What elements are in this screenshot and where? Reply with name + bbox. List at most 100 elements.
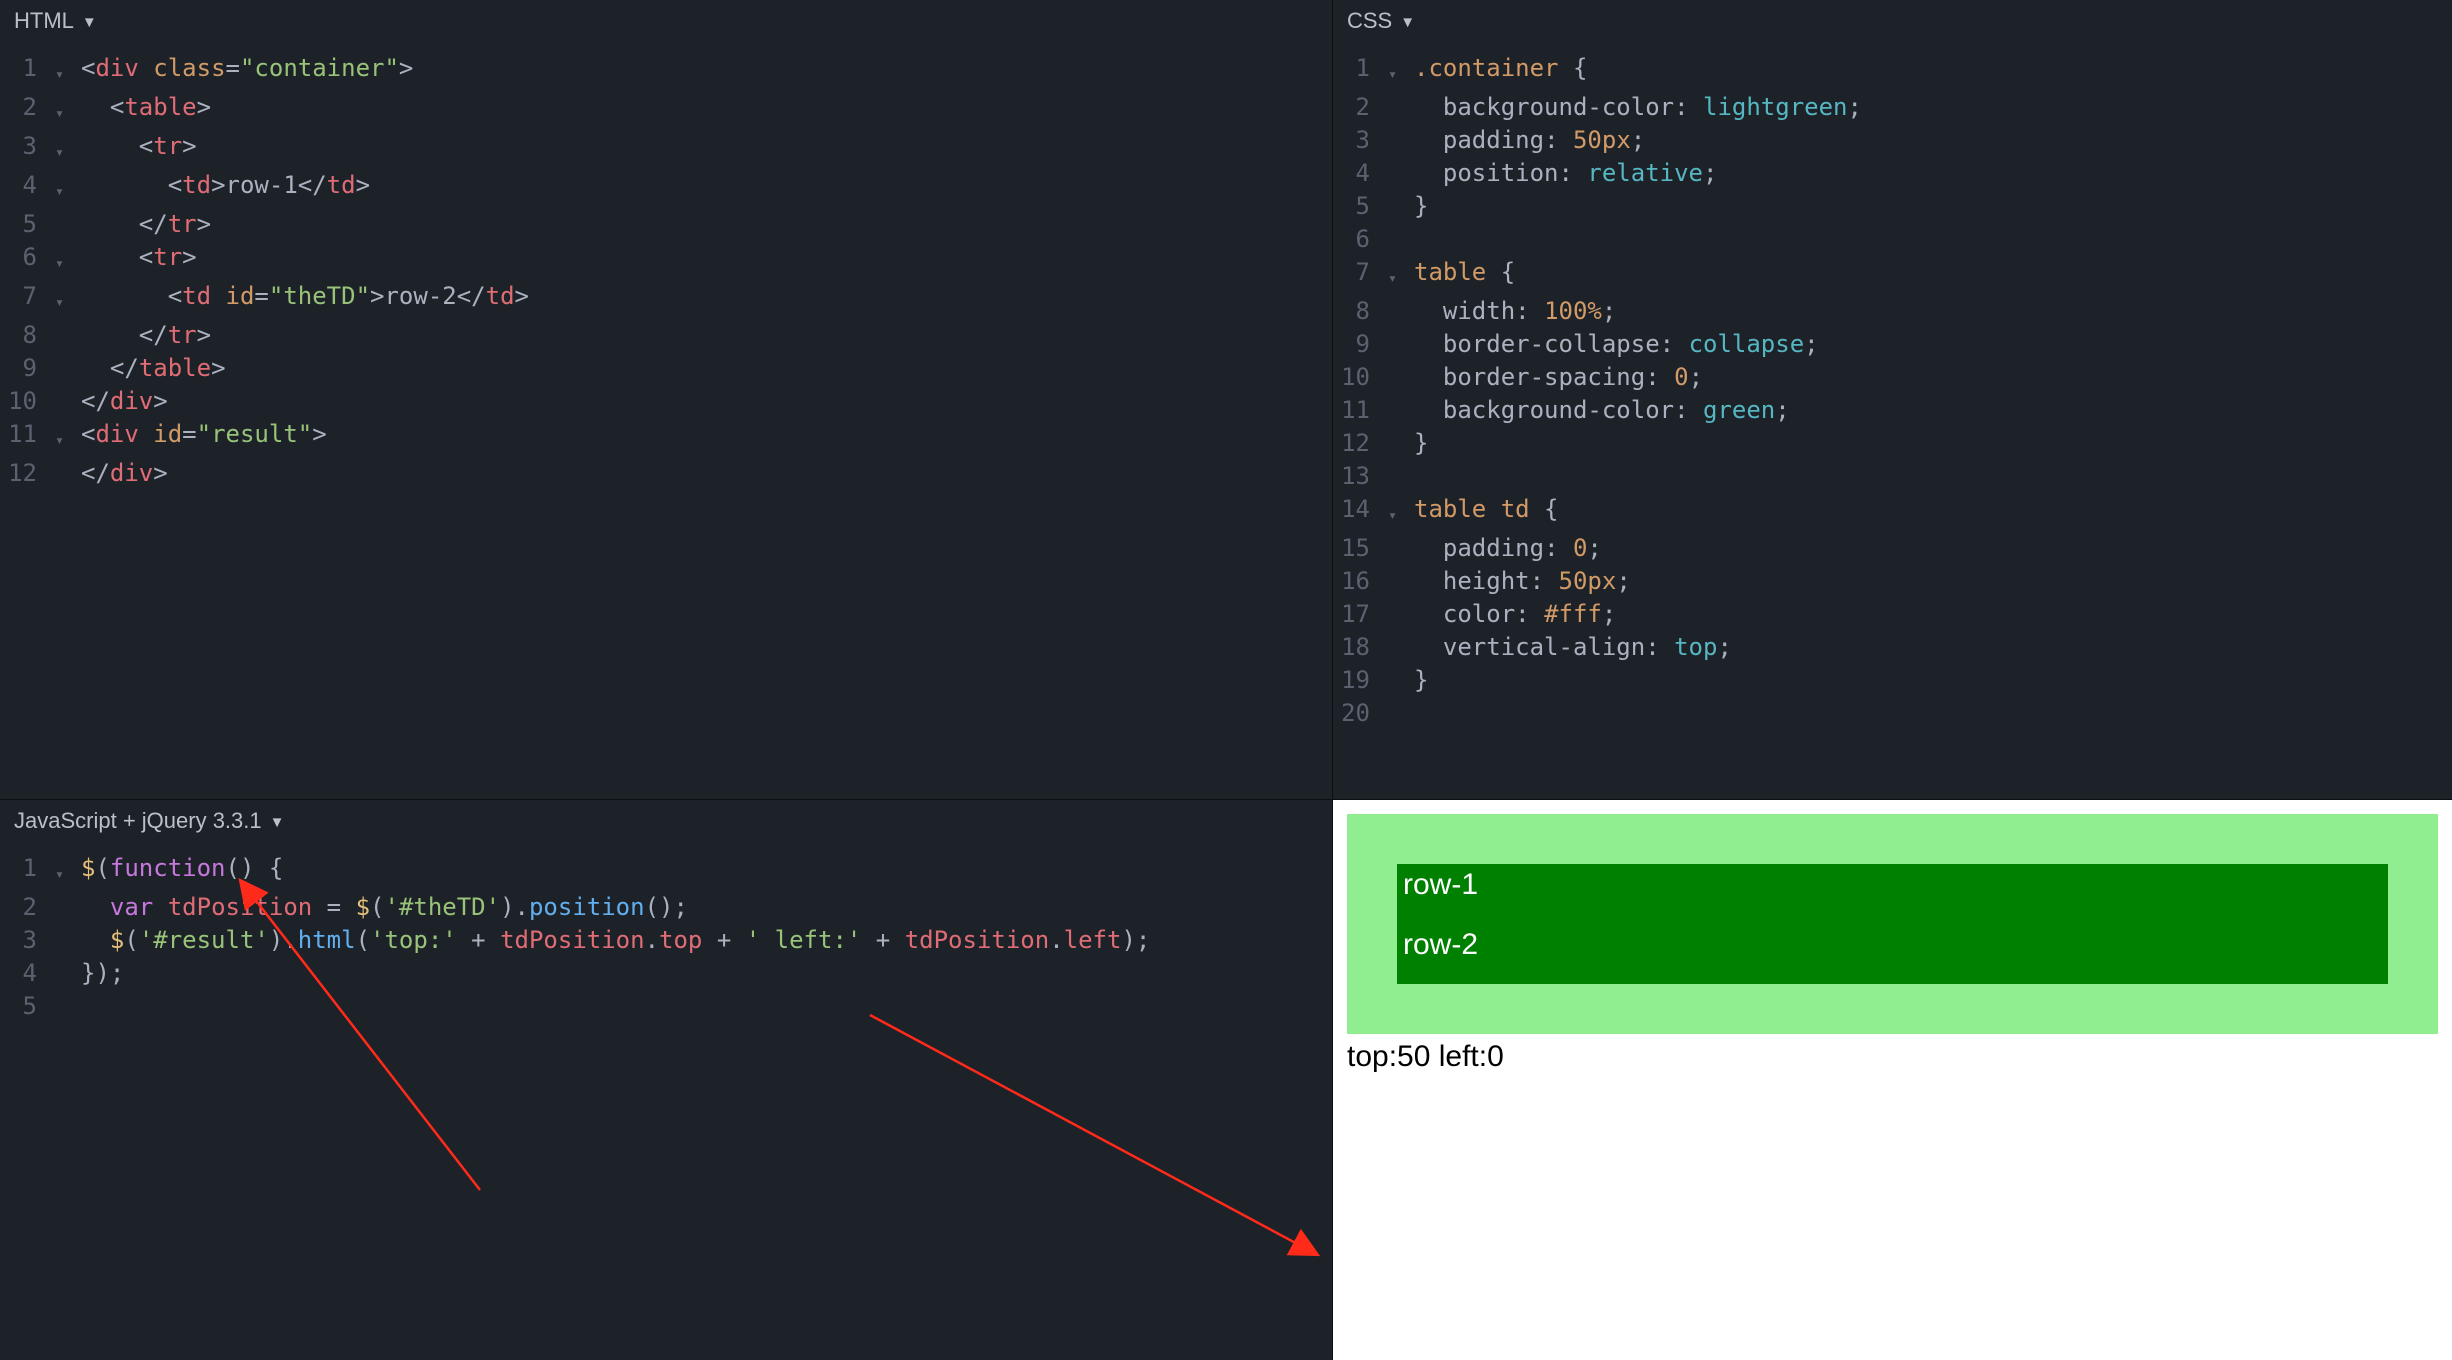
code-line[interactable]: 7▾table {	[1333, 256, 2452, 295]
fold-icon	[1388, 361, 1414, 367]
code-line[interactable]: 3▾ <tr>	[0, 130, 1332, 169]
code-line[interactable]: 10 border-spacing: 0;	[1333, 361, 2452, 394]
fold-icon[interactable]: ▾	[1388, 256, 1414, 295]
code-content[interactable]: table td {	[1414, 493, 2452, 526]
code-content[interactable]: </div>	[81, 457, 1332, 490]
code-line[interactable]: 12}	[1333, 427, 2452, 460]
code-line[interactable]: 3 padding: 50px;	[1333, 124, 2452, 157]
code-content[interactable]: width: 100%;	[1414, 295, 2452, 328]
code-content[interactable]: border-collapse: collapse;	[1414, 328, 2452, 361]
code-content[interactable]: height: 50px;	[1414, 565, 2452, 598]
js-editor[interactable]: 1▾$(function() {2 var tdPosition = $('#t…	[0, 844, 1332, 1031]
fold-icon	[1388, 190, 1414, 196]
css-editor[interactable]: 1▾.container {2 background-color: lightg…	[1333, 44, 2452, 738]
code-content[interactable]: <table>	[81, 91, 1332, 124]
code-line[interactable]: 2 background-color: lightgreen;	[1333, 91, 2452, 124]
code-content[interactable]: }	[1414, 190, 2452, 223]
line-number: 2	[0, 91, 55, 124]
code-line[interactable]: 20	[1333, 697, 2452, 730]
code-line[interactable]: 18 vertical-align: top;	[1333, 631, 2452, 664]
fold-icon[interactable]: ▾	[1388, 493, 1414, 532]
code-content[interactable]: position: relative;	[1414, 157, 2452, 190]
code-content[interactable]: $('#result').html('top:' + tdPosition.to…	[81, 924, 1332, 957]
code-line[interactable]: 14▾table td {	[1333, 493, 2452, 532]
bottom-row: JavaScript + jQuery 3.3.1 ▼ 1▾$(function…	[0, 800, 2452, 1360]
code-content[interactable]: .container {	[1414, 52, 2452, 85]
code-content[interactable]: }	[1414, 427, 2452, 460]
code-content[interactable]: background-color: green;	[1414, 394, 2452, 427]
fold-icon[interactable]: ▾	[55, 91, 81, 130]
fold-icon[interactable]: ▾	[1388, 52, 1414, 91]
code-line[interactable]: 5}	[1333, 190, 2452, 223]
code-content[interactable]: <div id="result">	[81, 418, 1332, 451]
code-line[interactable]: 5 </tr>	[0, 208, 1332, 241]
fold-icon	[55, 957, 81, 963]
code-line[interactable]: 11 background-color: green;	[1333, 394, 2452, 427]
code-content[interactable]: </table>	[81, 352, 1332, 385]
code-content[interactable]: border-spacing: 0;	[1414, 361, 2452, 394]
code-line[interactable]: 7▾ <td id="theTD">row-2</td>	[0, 280, 1332, 319]
fold-icon[interactable]: ▾	[55, 169, 81, 208]
fold-icon[interactable]: ▾	[55, 241, 81, 280]
code-line[interactable]: 1▾.container {	[1333, 52, 2452, 91]
fold-icon[interactable]: ▾	[55, 280, 81, 319]
code-line[interactable]: 8 </tr>	[0, 319, 1332, 352]
code-content[interactable]: </tr>	[81, 208, 1332, 241]
code-content[interactable]: padding: 0;	[1414, 532, 2452, 565]
code-content[interactable]: $(function() {	[81, 852, 1332, 885]
code-line[interactable]: 6▾ <tr>	[0, 241, 1332, 280]
dropdown-icon: ▼	[82, 14, 97, 31]
code-line[interactable]: 1▾<div class="container">	[0, 52, 1332, 91]
fold-icon[interactable]: ▾	[55, 130, 81, 169]
fold-icon[interactable]: ▾	[55, 52, 81, 91]
code-content[interactable]: }	[1414, 664, 2452, 697]
code-content[interactable]: <td id="theTD">row-2</td>	[81, 280, 1332, 313]
preview-row-2: row-2	[1397, 924, 2388, 984]
code-line[interactable]: 9 border-collapse: collapse;	[1333, 328, 2452, 361]
code-content[interactable]: vertical-align: top;	[1414, 631, 2452, 664]
code-line[interactable]: 2▾ <table>	[0, 91, 1332, 130]
line-number: 6	[0, 241, 55, 274]
code-line[interactable]: 19}	[1333, 664, 2452, 697]
code-line[interactable]: 4 position: relative;	[1333, 157, 2452, 190]
line-number: 5	[1333, 190, 1388, 223]
html-editor[interactable]: 1▾<div class="container">2▾ <table>3▾ <t…	[0, 44, 1332, 498]
html-header[interactable]: HTML ▼	[0, 0, 1332, 44]
code-line[interactable]: 11▾<div id="result">	[0, 418, 1332, 457]
code-line[interactable]: 12</div>	[0, 457, 1332, 490]
code-line[interactable]: 3 $('#result').html('top:' + tdPosition.…	[0, 924, 1332, 957]
code-content[interactable]: padding: 50px;	[1414, 124, 2452, 157]
code-content[interactable]: </div>	[81, 385, 1332, 418]
js-header[interactable]: JavaScript + jQuery 3.3.1 ▼	[0, 800, 1332, 844]
code-line[interactable]: 8 width: 100%;	[1333, 295, 2452, 328]
code-content[interactable]: <td>row-1</td>	[81, 169, 1332, 202]
code-line[interactable]: 9 </table>	[0, 352, 1332, 385]
code-content[interactable]: <div class="container">	[81, 52, 1332, 85]
dropdown-icon: ▼	[1400, 14, 1415, 31]
code-line[interactable]: 4});	[0, 957, 1332, 990]
fold-icon	[1388, 631, 1414, 637]
code-line[interactable]: 15 padding: 0;	[1333, 532, 2452, 565]
css-header[interactable]: CSS ▼	[1333, 0, 2452, 44]
js-pane: JavaScript + jQuery 3.3.1 ▼ 1▾$(function…	[0, 800, 1333, 1360]
code-line[interactable]: 17 color: #fff;	[1333, 598, 2452, 631]
code-content[interactable]: var tdPosition = $('#theTD').position();	[81, 891, 1332, 924]
code-content[interactable]: <tr>	[81, 241, 1332, 274]
code-content[interactable]: table {	[1414, 256, 2452, 289]
fold-icon	[1388, 664, 1414, 670]
code-line[interactable]: 10</div>	[0, 385, 1332, 418]
code-line[interactable]: 13	[1333, 460, 2452, 493]
code-content[interactable]: </tr>	[81, 319, 1332, 352]
code-content[interactable]: <tr>	[81, 130, 1332, 163]
fold-icon[interactable]: ▾	[55, 418, 81, 457]
code-line[interactable]: 5	[0, 990, 1332, 1023]
code-line[interactable]: 1▾$(function() {	[0, 852, 1332, 891]
code-content[interactable]: background-color: lightgreen;	[1414, 91, 2452, 124]
fold-icon[interactable]: ▾	[55, 852, 81, 891]
code-content[interactable]: color: #fff;	[1414, 598, 2452, 631]
code-line[interactable]: 4▾ <td>row-1</td>	[0, 169, 1332, 208]
code-content[interactable]: });	[81, 957, 1332, 990]
code-line[interactable]: 6	[1333, 223, 2452, 256]
code-line[interactable]: 16 height: 50px;	[1333, 565, 2452, 598]
code-line[interactable]: 2 var tdPosition = $('#theTD').position(…	[0, 891, 1332, 924]
